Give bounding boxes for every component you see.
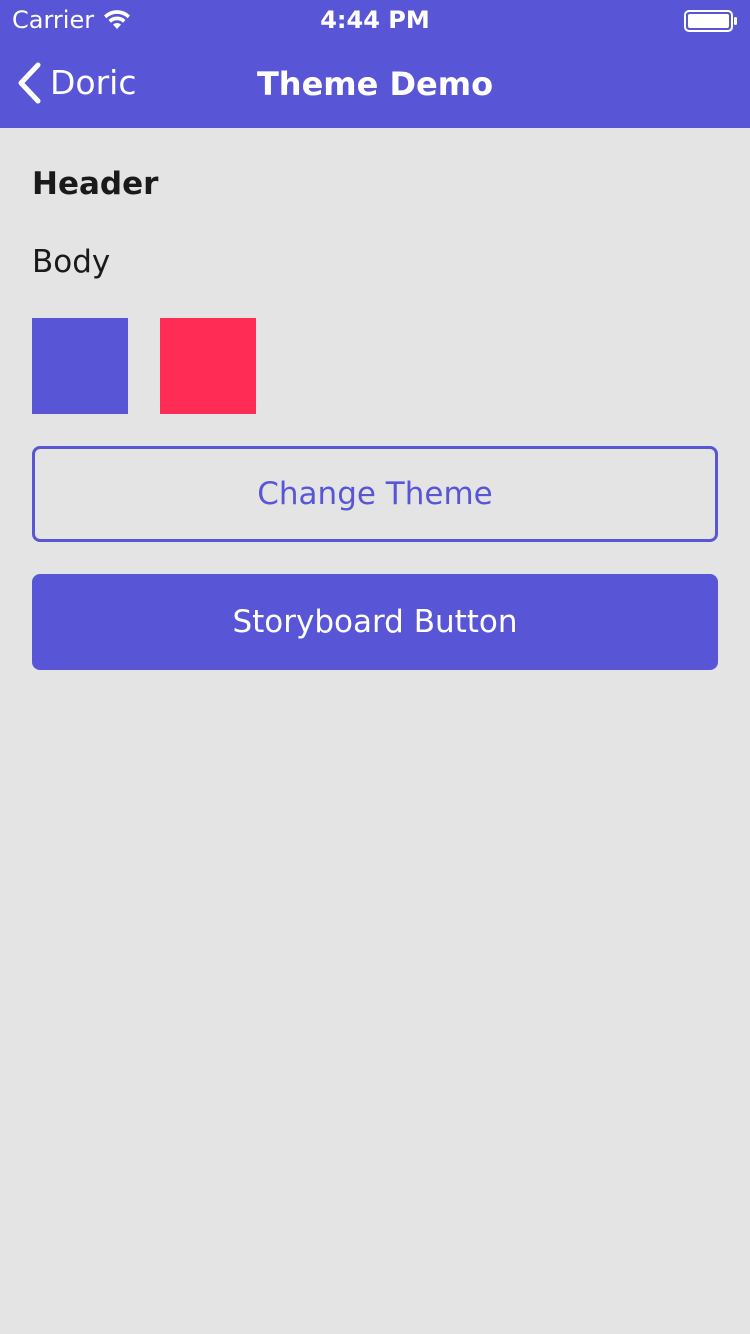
status-time: 4:44 PM bbox=[320, 6, 430, 34]
battery-icon bbox=[684, 10, 738, 32]
body-label: Body bbox=[32, 244, 111, 280]
storyboard-button[interactable]: Storyboard Button bbox=[32, 574, 718, 670]
primary-color-swatch bbox=[32, 318, 128, 414]
status-bar: Carrier 4:44 PM bbox=[0, 0, 750, 40]
change-theme-button[interactable]: Change Theme bbox=[32, 446, 718, 542]
secondary-color-swatch bbox=[160, 318, 256, 414]
header-label: Header bbox=[32, 166, 159, 202]
navigation-bar: Doric Theme Demo bbox=[0, 40, 750, 128]
page-title: Theme Demo bbox=[256, 65, 494, 103]
top-bar: Carrier 4:44 PM Doric Theme Demo bbox=[0, 0, 750, 128]
